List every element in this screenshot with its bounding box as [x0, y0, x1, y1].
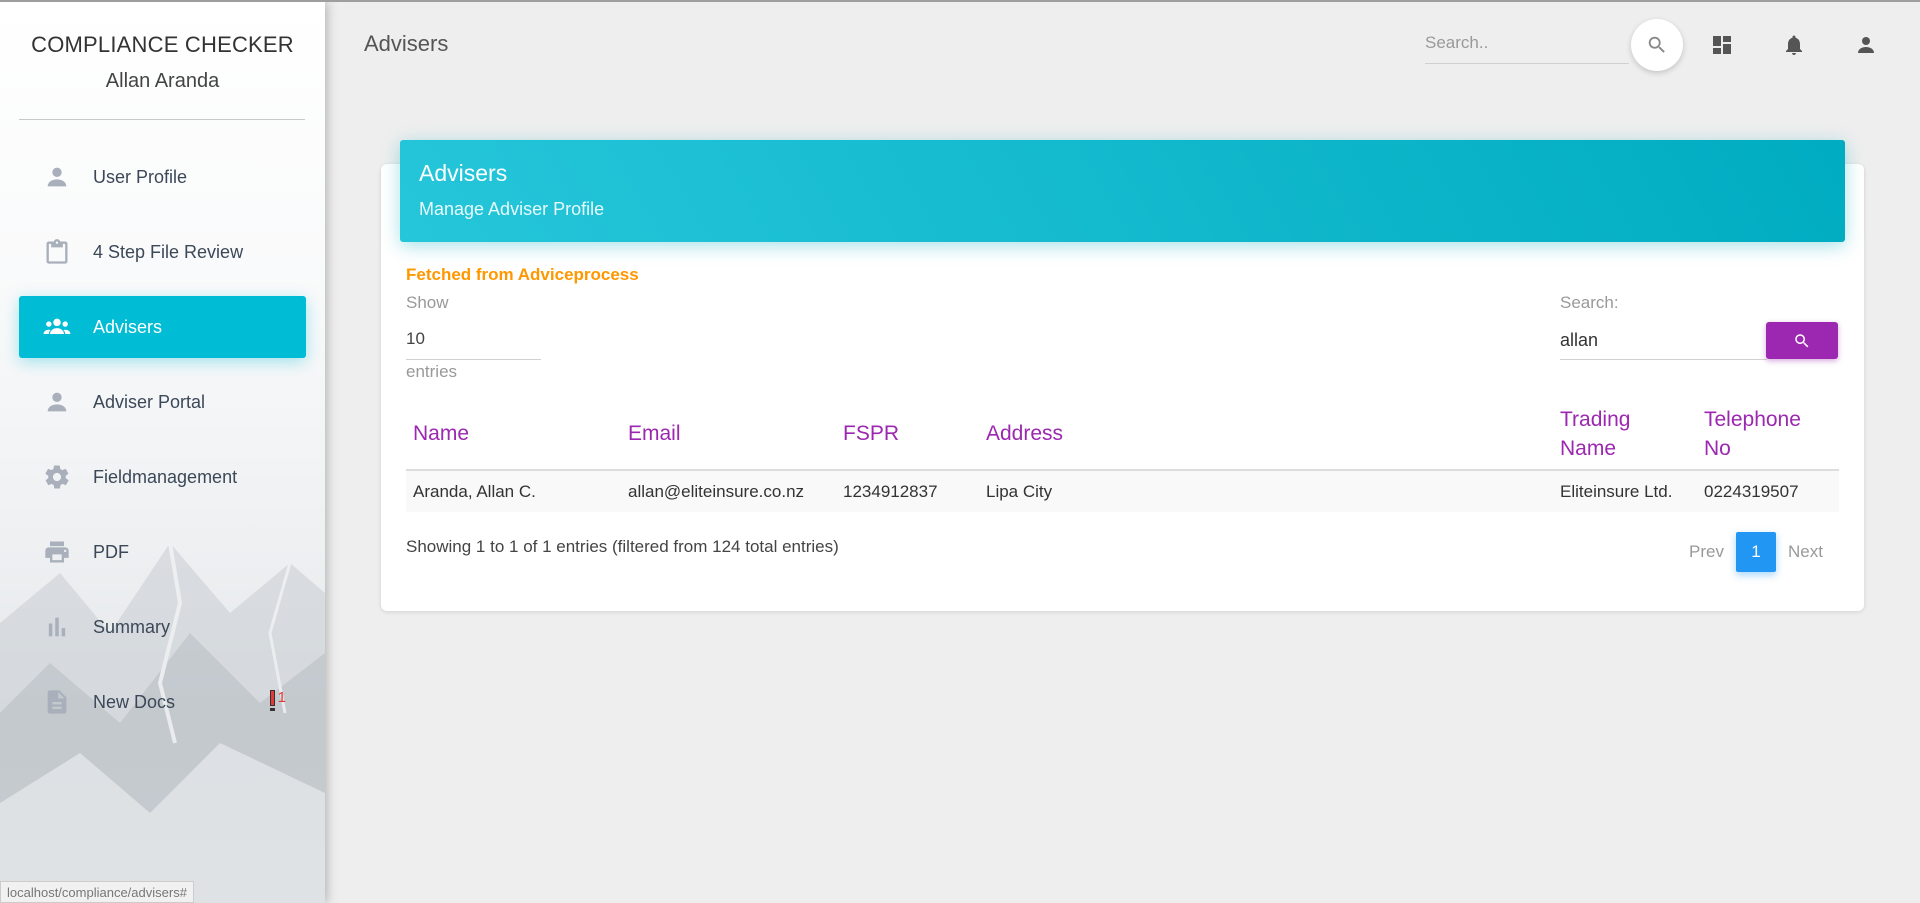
new-docs-count: 1 — [277, 689, 286, 706]
page-title: Advisers — [364, 31, 449, 56]
cell-email: allan@eliteinsure.co.nz — [621, 470, 836, 512]
document-icon — [39, 684, 75, 720]
person-icon — [1858, 37, 1874, 53]
sidebar-item-label: 4 Step File Review — [93, 241, 244, 262]
sidebar-item-summary[interactable]: Summary — [19, 596, 306, 658]
sidebar-item-label: PDF — [93, 541, 129, 562]
cell-address: Lipa City — [979, 470, 1553, 512]
next-page-button[interactable]: Next — [1776, 542, 1835, 562]
pagination: Prev 1 Next — [1677, 532, 1835, 572]
table-search — [1560, 322, 1767, 360]
sidebar-item-fieldmanagement[interactable]: Fieldmanagement — [19, 446, 306, 508]
sidebar-nav: User Profile 4 Step File Review Advisers… — [19, 146, 306, 746]
clipboard-icon — [39, 234, 75, 270]
cell-trading-name: Eliteinsure Ltd. — [1553, 470, 1697, 512]
sidebar-item-file-review[interactable]: 4 Step File Review — [19, 221, 306, 283]
sidebar-item-label: User Profile — [93, 166, 188, 187]
top-search-input[interactable] — [1425, 26, 1629, 60]
card-title: Advisers — [419, 160, 508, 186]
table-search-input[interactable] — [1560, 322, 1767, 358]
sidebar-item-label: Summary — [93, 616, 171, 637]
person-icon — [39, 384, 75, 420]
sidebar: COMPLIANCE CHECKER Allan Aranda User Pro… — [0, 2, 325, 903]
top-search-button[interactable] — [1631, 19, 1683, 71]
column-header-telephone[interactable]: Telephone No — [1697, 398, 1839, 471]
cell-name: Aranda, Allan C. — [406, 470, 621, 512]
table-search-label: Search: — [1560, 293, 1619, 312]
sidebar-item-label: New Docs — [93, 691, 176, 712]
sidebar-item-new-docs[interactable]: New Docs 1 — [19, 671, 306, 733]
table-header-row: Name Email FSPR Address Trading Name Tel… — [406, 398, 1839, 471]
top-search — [1425, 26, 1629, 64]
notifications-button[interactable] — [1779, 30, 1809, 60]
profile-button[interactable] — [1851, 30, 1881, 60]
cell-telephone: 0224319507 — [1697, 470, 1839, 512]
column-header-trading-name[interactable]: Trading Name — [1553, 398, 1697, 471]
column-header-address[interactable]: Address — [979, 398, 1553, 471]
card-header: Advisers Manage Adviser Profile — [400, 140, 1845, 242]
cell-fspr: 1234912837 — [836, 470, 979, 512]
current-page-button[interactable]: 1 — [1735, 532, 1776, 572]
new-docs-badge: 1 — [269, 689, 286, 711]
sidebar-item-pdf[interactable]: PDF — [19, 521, 306, 583]
advisers-table: Name Email FSPR Address Trading Name Tel… — [406, 398, 1839, 512]
table-search-button[interactable] — [1766, 322, 1838, 359]
bar-chart-icon — [39, 609, 75, 645]
entries-label: entries — [406, 362, 458, 381]
printer-icon — [39, 534, 75, 570]
column-header-fspr[interactable]: FSPR — [836, 398, 979, 471]
gear-icon — [39, 459, 75, 495]
status-bar-url: localhost/compliance/advisers# — [0, 881, 194, 903]
user-name: Allan Aranda — [105, 70, 220, 92]
window-top-border — [0, 0, 1920, 2]
search-icon — [1648, 36, 1665, 53]
page-size-select[interactable]: 10 — [406, 322, 541, 360]
fetched-note: Fetched from Adviceprocess — [406, 265, 639, 284]
column-header-name[interactable]: Name — [406, 398, 621, 471]
bell-icon — [1786, 35, 1802, 55]
person-icon — [39, 159, 75, 195]
sidebar-item-label: Fieldmanagement — [93, 466, 238, 487]
sidebar-item-user-profile[interactable]: User Profile — [19, 146, 306, 208]
sidebar-item-adviser-portal[interactable]: Adviser Portal — [19, 371, 306, 433]
app-title: COMPLIANCE CHECKER — [31, 32, 294, 57]
card-subtitle: Manage Adviser Profile — [419, 199, 605, 219]
dashboard-icon — [1713, 36, 1731, 54]
search-icon — [1795, 333, 1809, 347]
brand-divider — [19, 119, 305, 120]
column-header-email[interactable]: Email — [621, 398, 836, 471]
warning-icon — [269, 689, 275, 711]
table-info: Showing 1 to 1 of 1 entries (filtered fr… — [406, 537, 839, 556]
table-row[interactable]: Aranda, Allan C. allan@eliteinsure.co.nz… — [406, 470, 1839, 512]
sidebar-item-label: Advisers — [93, 316, 163, 337]
brand: COMPLIANCE CHECKER Allan Aranda — [0, 32, 325, 93]
prev-page-button[interactable]: Prev — [1677, 542, 1736, 562]
group-icon — [39, 309, 75, 345]
show-label: Show — [406, 293, 449, 312]
dashboard-button[interactable] — [1707, 30, 1737, 60]
sidebar-item-advisers[interactable]: Advisers — [19, 296, 306, 358]
sidebar-item-label: Adviser Portal — [93, 391, 206, 412]
